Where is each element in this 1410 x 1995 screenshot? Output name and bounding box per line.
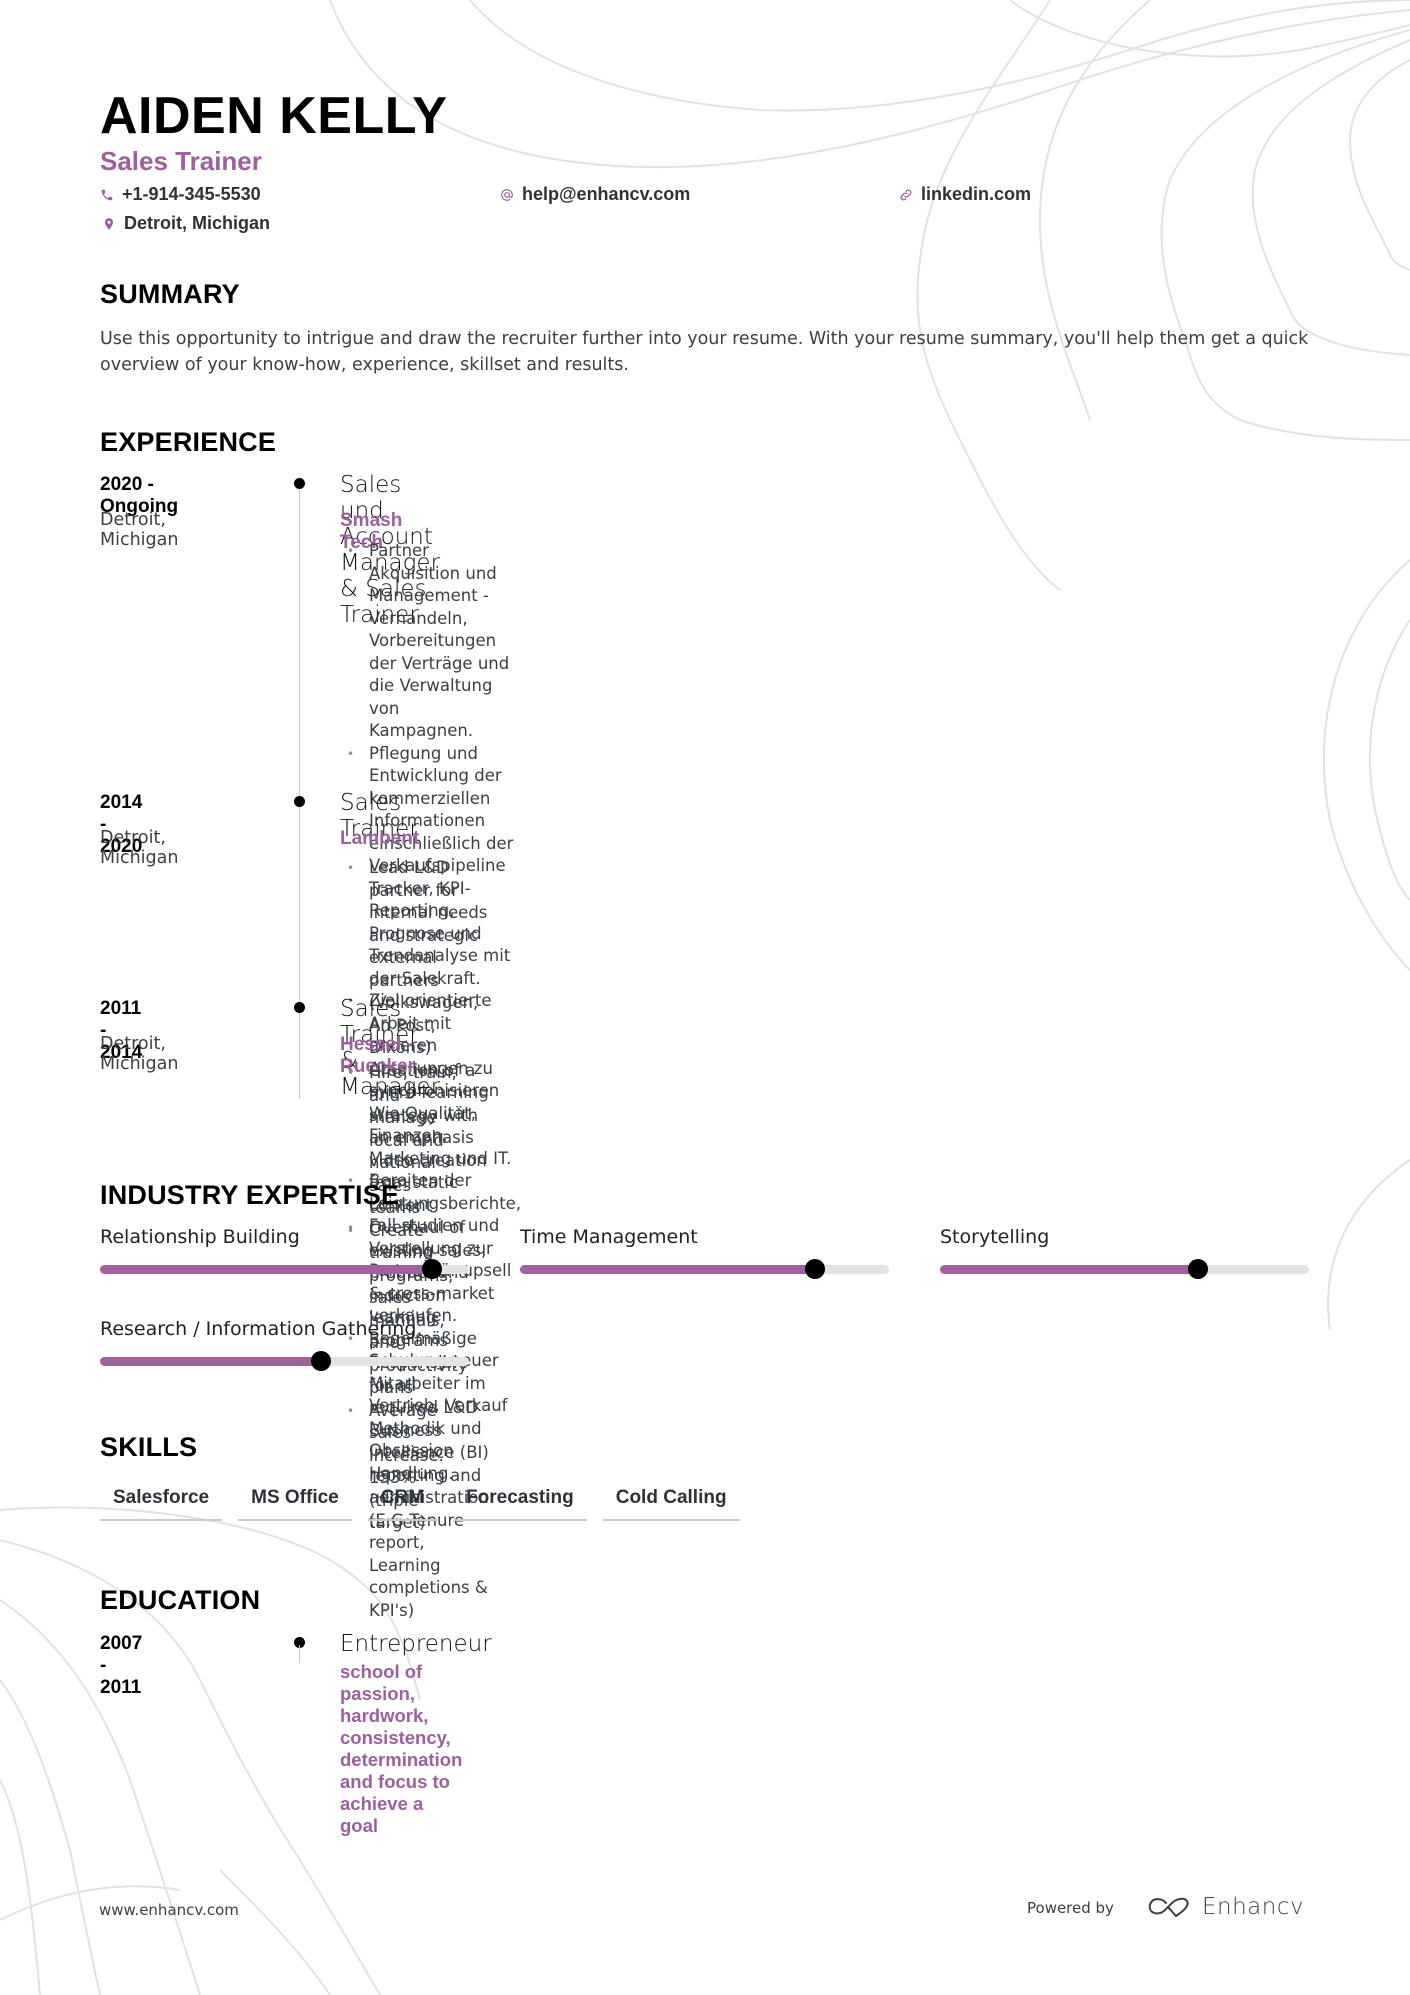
skills-tags: Salesforce MS Office CRM Forecasting Col…: [100, 1483, 740, 1521]
experience-location: Detroit, Michigan: [100, 510, 179, 550]
brand-name: Enhancv: [1202, 1894, 1305, 1920]
education-school: school of passion, hardwork, consistency…: [340, 1661, 463, 1836]
phone-text: +1-914-345-5530: [122, 184, 261, 204]
phone-icon: [101, 189, 113, 200]
timeline-dot: [294, 1002, 305, 1013]
education-dates: 2007 - 2011: [100, 1633, 143, 1698]
contact-phone[interactable]: +1-914-345-5530: [100, 184, 261, 205]
footer-website-link[interactable]: www.enhancv.com: [99, 1901, 239, 1919]
resume-page: AIDEN KELLY Sales Trainer +1-914-345-553…: [0, 0, 1410, 1995]
slider-thumb: [422, 1259, 443, 1279]
experience-location: Detroit, Michigan: [100, 828, 179, 868]
slider-thumb: [805, 1259, 826, 1279]
summary-heading: SUMMARY: [100, 279, 240, 309]
slider-thumb: [311, 1351, 332, 1371]
experience-location: Detroit, Michigan: [100, 1034, 179, 1074]
skills-heading: SKILLS: [100, 1432, 198, 1462]
map-pin-icon: [104, 217, 114, 230]
contact-email[interactable]: help@enhancv.com: [500, 184, 690, 205]
link-text: linkedin.com: [921, 184, 1032, 204]
experience-company: Lambent: [340, 828, 420, 849]
education-timeline-line: [299, 1645, 300, 1663]
summary-text: Use this opportunity to intrigue and dra…: [100, 329, 1309, 375]
bullet-item: Create training programs, sales manuals,…: [345, 1220, 468, 1400]
skill-tag: Cold Calling: [602, 1483, 740, 1521]
email-text: help@enhancv.com: [522, 184, 691, 204]
expertise-slider: [940, 1259, 1309, 1279]
skill-tag: Forecasting: [453, 1483, 587, 1521]
expertise-label: Relationship Building: [100, 1226, 300, 1248]
expertise-heading: INDUSTRY EXPERTISE: [100, 1180, 400, 1210]
slider-fill: [100, 1265, 433, 1274]
location-text: Detroit, Michigan: [124, 213, 271, 233]
bullet-item: Partner Akquisition und Management - Ver…: [345, 540, 521, 743]
expertise-slider: [520, 1259, 889, 1279]
expertise-slider: [100, 1351, 469, 1371]
skill-tag: Salesforce: [100, 1483, 223, 1521]
candidate-role: Sales Trainer: [100, 146, 262, 176]
experience-bullets: Hire, train, and manage local and nation…: [345, 1062, 468, 1535]
slider-fill: [940, 1265, 1199, 1274]
experience-heading: EXPERIENCE: [100, 427, 277, 457]
timeline-dot: [294, 796, 305, 807]
expertise-label: Time Management: [520, 1226, 698, 1248]
slider-fill: [520, 1265, 816, 1274]
link-icon: [900, 189, 912, 200]
at-icon: [501, 188, 513, 201]
candidate-name: AIDEN KELLY: [100, 87, 448, 145]
slider-fill: [100, 1357, 322, 1366]
skill-tag: CRM: [367, 1483, 438, 1521]
expertise-label: Storytelling: [940, 1226, 1050, 1248]
enhancv-logo-icon: [1148, 1897, 1189, 1918]
skill-tag: MS Office: [238, 1483, 352, 1521]
enhancv-brand[interactable]: Enhancv: [1146, 1894, 1304, 1920]
powered-by-label: Powered by: [1027, 1899, 1114, 1917]
education-degree: Entrepreneur: [340, 1631, 492, 1657]
contact-link[interactable]: linkedin.com: [899, 184, 1031, 205]
education-heading: EDUCATION: [100, 1585, 261, 1615]
slider-thumb: [1188, 1259, 1209, 1279]
expertise-slider: [100, 1259, 469, 1279]
contact-location: Detroit, Michigan: [102, 213, 270, 234]
timeline-dot: [294, 478, 305, 489]
expertise-label: Research / Information Gathering.: [100, 1318, 423, 1340]
